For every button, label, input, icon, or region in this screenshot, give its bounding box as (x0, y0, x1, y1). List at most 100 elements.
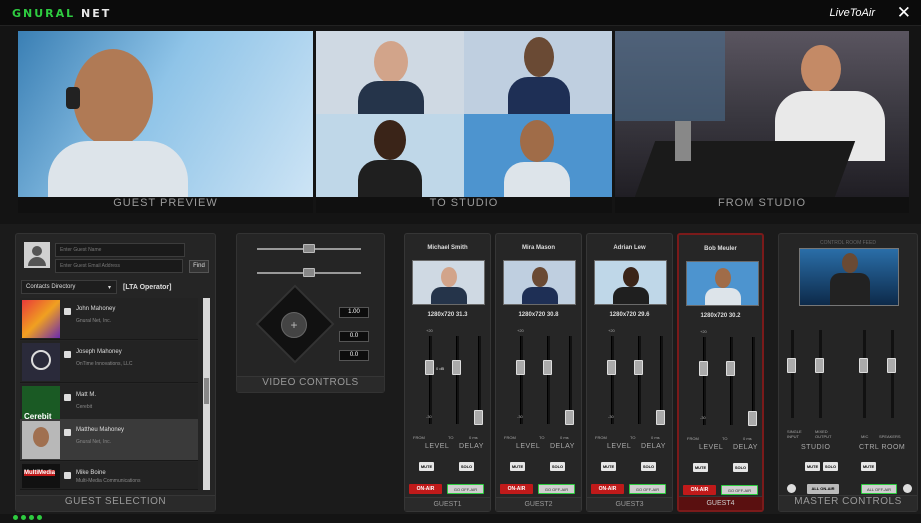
contact-name: Mike Boine (76, 470, 106, 476)
tilt-value[interactable]: 0.0 (339, 350, 369, 361)
app-title: LiveToAir (829, 7, 875, 19)
guest-resolution: 1280x720 30.2 (700, 313, 741, 319)
guest-resolution: 1280x720 31.3 (427, 312, 468, 318)
studio-solo-button[interactable]: SOLO (823, 462, 838, 471)
guest-selection-footer: GUEST SELECTION (16, 495, 215, 511)
go-off-air-button[interactable]: GO OFF-AIR (447, 484, 484, 494)
contact-item[interactable]: MultiMedia Mike Boine Multi-Media Commun… (20, 462, 198, 490)
to-label: TO (448, 435, 454, 440)
guest-email-input[interactable]: Enter Guest Email Address (55, 259, 183, 273)
level-label: LEVEL (516, 443, 541, 450)
to-label: TO (630, 435, 636, 440)
find-button[interactable]: Find (189, 260, 209, 273)
guest-thumbnail[interactable] (503, 260, 576, 305)
contact-checkbox[interactable] (64, 394, 71, 401)
studio-label: STUDIO (801, 444, 831, 451)
speakers-label: SPEAKERS (879, 434, 901, 439)
go-off-air-button[interactable]: GO OFF-AIR (538, 484, 575, 494)
delay-fader[interactable] (726, 361, 735, 376)
solo-button[interactable]: SOLO (641, 462, 656, 471)
ctrl-mute-button[interactable]: MUTE (861, 462, 876, 471)
contact-checkbox[interactable] (64, 308, 71, 315)
all-off-air-button[interactable]: ALL OFF-AIR (861, 484, 897, 494)
video-controls-footer: VIDEO CONTROLS (237, 376, 384, 392)
center-plus-icon[interactable]: + (281, 312, 307, 338)
contact-item[interactable]: Joseph Mahoney OnTime Innovations, LLC (20, 341, 198, 383)
from-label: FROM (595, 435, 607, 440)
output-fader[interactable] (565, 410, 574, 425)
delay-fader[interactable] (452, 360, 461, 375)
guest-strip-2: Mira Mason 1280x720 30.8 +20 -30 FROM TO… (495, 233, 582, 512)
level-fader[interactable] (516, 360, 525, 375)
contact-checkbox[interactable] (64, 429, 71, 436)
contact-checkbox[interactable] (64, 351, 71, 358)
ctrl-mic-fader[interactable] (859, 358, 868, 373)
level-fader[interactable] (607, 360, 616, 375)
control-room-feed-video[interactable] (799, 248, 899, 306)
add-user-icon[interactable] (24, 242, 50, 268)
from-label: FROM (687, 436, 699, 441)
contacts-directory-select[interactable]: Contacts Directory ▾ (21, 280, 117, 294)
contact-name: Joseph Mahoney (76, 349, 122, 355)
delay-ms: 0 ms (560, 435, 569, 440)
mute-button[interactable]: MUTE (510, 462, 525, 471)
contact-item[interactable]: Mattheu Mahoney Gnural Net, Inc. (20, 419, 198, 461)
next-icon[interactable] (903, 484, 912, 493)
studio-mixed-fader[interactable] (815, 358, 824, 373)
prev-icon[interactable] (787, 484, 796, 493)
guest-thumbnail[interactable] (412, 260, 485, 305)
delay-fader[interactable] (543, 360, 552, 375)
guest-name: Mira Mason (521, 245, 555, 251)
db-top: +20 (608, 328, 615, 333)
level-fader[interactable] (699, 361, 708, 376)
studio-single-fader[interactable] (787, 358, 796, 373)
video-slider-handle[interactable] (303, 268, 315, 277)
solo-button[interactable]: SOLO (733, 463, 748, 472)
gnural-net-logo: GNURAL NET (12, 7, 112, 20)
mic-label: MIC (861, 434, 869, 439)
mute-button[interactable]: MUTE (419, 462, 434, 471)
delay-label: DELAY (641, 443, 666, 450)
contact-item[interactable]: John Mahoney Gnural Net, Inc. (20, 298, 198, 340)
contact-list-scrollbar[interactable] (203, 298, 210, 490)
guest-thumbnail[interactable] (594, 260, 667, 305)
on-air-button[interactable]: ON-AIR (683, 485, 716, 495)
on-air-button[interactable]: ON-AIR (409, 484, 442, 494)
guest-name: Michael Smith (427, 245, 468, 251)
solo-button[interactable]: SOLO (459, 462, 474, 471)
output-fader[interactable] (474, 410, 483, 425)
close-icon[interactable]: ✕ (897, 3, 911, 23)
go-off-air-button[interactable]: GO OFF-AIR (721, 485, 758, 495)
from-studio-pane[interactable]: FROM STUDIO (615, 31, 909, 213)
level-fader[interactable] (425, 360, 434, 375)
video-slider-handle[interactable] (303, 244, 315, 253)
mute-button[interactable]: MUTE (601, 462, 616, 471)
go-off-air-button[interactable]: GO OFF-AIR (629, 484, 666, 494)
on-air-button[interactable]: ON-AIR (500, 484, 533, 494)
zoom-value[interactable]: 1.00 (339, 307, 369, 318)
contact-name: Matt M. (76, 392, 97, 398)
guest-name: Adrian Lew (613, 245, 646, 251)
ctrl-speakers-fader[interactable] (887, 358, 896, 373)
all-on-air-button[interactable]: ALL ON-AIR (807, 484, 839, 494)
guest-preview-pane[interactable]: GUEST PREVIEW (18, 31, 313, 213)
output-fader[interactable] (656, 410, 665, 425)
status-dot (21, 515, 26, 520)
avatar (22, 300, 60, 338)
db-top: +20 (700, 329, 707, 334)
delay-label: DELAY (550, 443, 575, 450)
pan-value[interactable]: 0.0 (339, 331, 369, 342)
solo-button[interactable]: SOLO (550, 462, 565, 471)
level-label: LEVEL (425, 443, 450, 450)
mute-button[interactable]: MUTE (693, 463, 708, 472)
contact-checkbox[interactable] (64, 472, 71, 479)
guest-resolution: 1280x720 29.6 (609, 312, 650, 318)
to-studio-pane[interactable]: TO STUDIO (316, 31, 612, 213)
studio-mute-button[interactable]: MUTE (805, 462, 820, 471)
guest-name-input[interactable]: Enter Guest Name (55, 243, 185, 257)
on-air-button[interactable]: ON-AIR (591, 484, 624, 494)
output-fader[interactable] (748, 411, 757, 426)
delay-fader[interactable] (634, 360, 643, 375)
to-studio-label: TO STUDIO (316, 197, 612, 213)
guest-thumbnail[interactable] (686, 261, 759, 306)
